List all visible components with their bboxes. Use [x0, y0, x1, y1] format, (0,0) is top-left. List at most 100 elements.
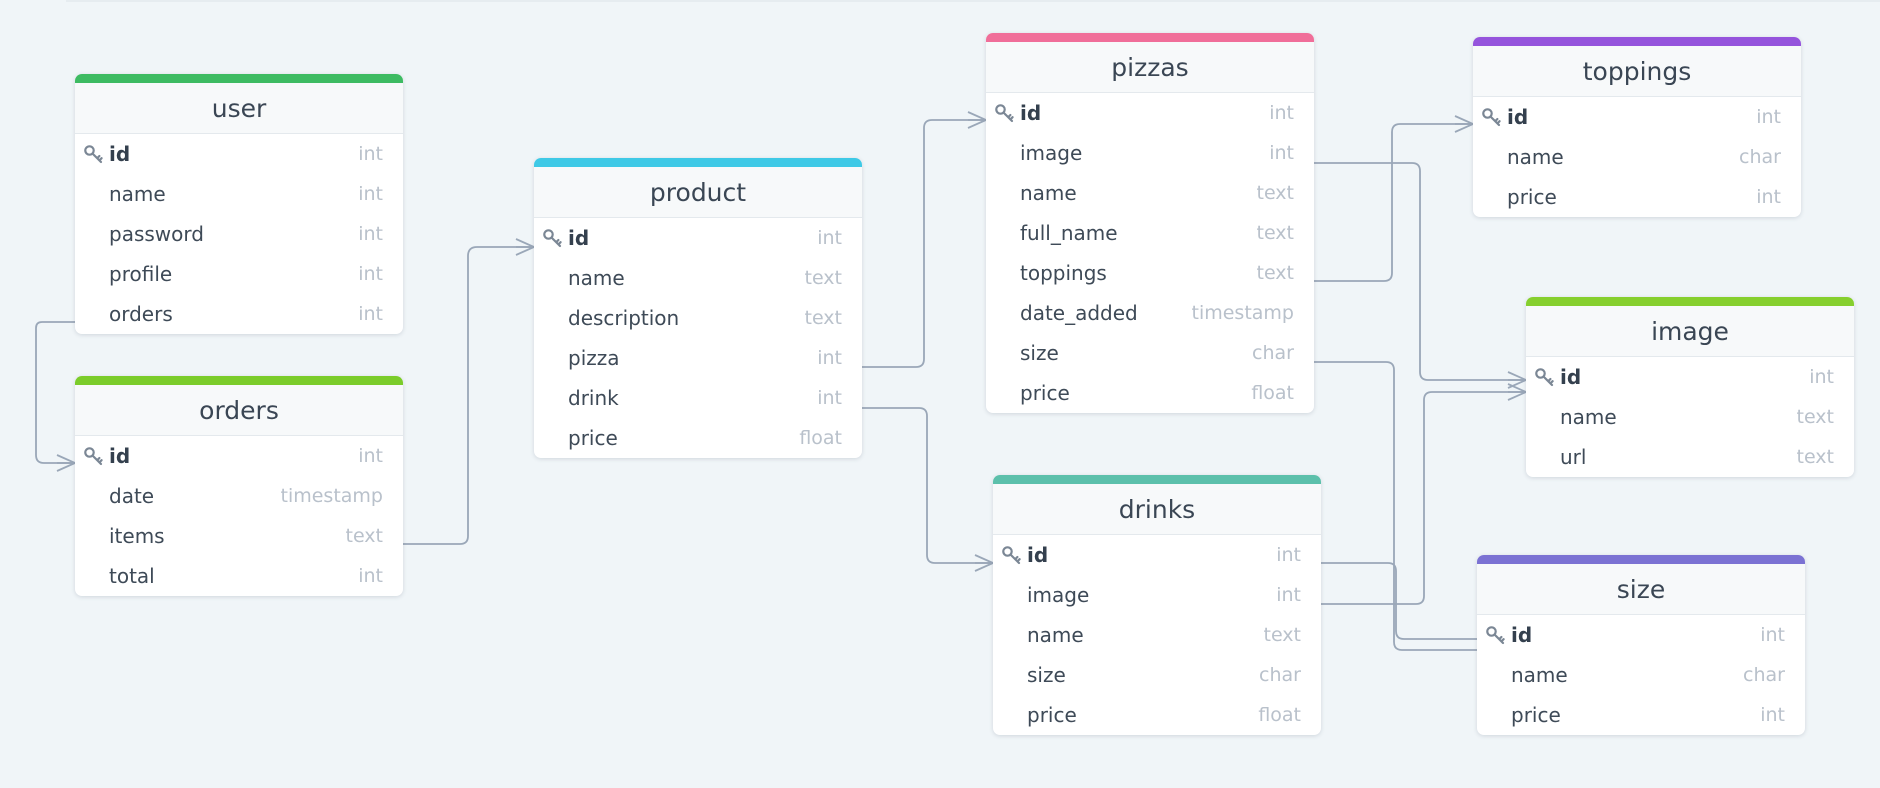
column-row-full_name[interactable]: full_name text — [986, 213, 1314, 253]
table-pizzas[interactable]: pizzas id int image int name text full_name tex… — [986, 33, 1314, 413]
column-row-id[interactable]: id int — [993, 535, 1321, 575]
crowfoot-drinks-id — [974, 554, 996, 572]
column-row-name[interactable]: name char — [1477, 655, 1805, 695]
column-name: id — [1511, 623, 1533, 647]
column-row-price[interactable]: price float — [993, 695, 1321, 735]
key-icon — [1486, 626, 1505, 645]
column-name: description — [568, 306, 680, 330]
column-row-name[interactable]: name text — [993, 615, 1321, 655]
column-name: pizza — [568, 346, 620, 370]
column-row-password[interactable]: password int — [75, 214, 403, 254]
table-header[interactable]: pizzas — [986, 33, 1314, 93]
table-user[interactable]: user id int name int password int profile int or… — [75, 74, 403, 334]
key-icon — [1002, 546, 1021, 565]
column-row-size[interactable]: size char — [993, 655, 1321, 695]
column-name: name — [1507, 145, 1564, 169]
table-title: orders — [199, 395, 279, 425]
column-type: char — [1743, 664, 1785, 686]
column-row-date_added[interactable]: date_added timestamp — [986, 293, 1314, 333]
column-row-url[interactable]: url text — [1526, 437, 1854, 477]
column-row-price[interactable]: price int — [1473, 177, 1801, 217]
column-name: date_added — [1020, 301, 1138, 325]
column-row-id[interactable]: id int — [75, 134, 403, 174]
column-type: int — [817, 387, 842, 409]
table-size[interactable]: size id int name char price int — [1477, 555, 1805, 735]
column-name: image — [1027, 583, 1090, 607]
column-row-id[interactable]: id int — [1477, 615, 1805, 655]
table-product[interactable]: product id int name text description text pizz… — [534, 158, 862, 458]
table-toppings[interactable]: toppings id int name char price int — [1473, 37, 1801, 217]
column-type: text — [1796, 406, 1835, 428]
column-name: name — [568, 266, 625, 290]
column-name: drink — [568, 386, 619, 410]
column-row-items[interactable]: items text — [75, 516, 403, 556]
column-row-name[interactable]: name text — [534, 258, 862, 298]
column-type: int — [817, 227, 842, 249]
table-title: size — [1616, 574, 1666, 604]
key-icon — [1482, 108, 1501, 127]
table-header[interactable]: user — [75, 74, 403, 134]
column-type: int — [1760, 624, 1785, 646]
column-row-id[interactable]: id int — [1473, 97, 1801, 137]
column-row-price[interactable]: price int — [1477, 695, 1805, 735]
column-name: price — [1511, 703, 1561, 727]
column-row-total[interactable]: total int — [75, 556, 403, 596]
column-row-name[interactable]: name char — [1473, 137, 1801, 177]
table-header[interactable]: product — [534, 158, 862, 218]
column-row-image[interactable]: image int — [993, 575, 1321, 615]
table-orders[interactable]: orders id int date timestamp items text total i… — [75, 376, 403, 596]
column-row-description[interactable]: description text — [534, 298, 862, 338]
table-title: drinks — [1118, 494, 1196, 524]
key-icon — [543, 229, 562, 248]
table-image[interactable]: image id int name text url text — [1526, 297, 1854, 477]
crowfoot-pizzas-id — [967, 111, 989, 129]
column-type: float — [799, 427, 842, 449]
rel-product-pizzas — [862, 119, 986, 368]
column-type: int — [358, 143, 383, 165]
table-header[interactable]: image — [1526, 297, 1854, 357]
column-row-id[interactable]: id int — [75, 436, 403, 476]
table-header[interactable]: toppings — [1473, 37, 1801, 97]
column-row-size[interactable]: size char — [986, 333, 1314, 373]
table-header[interactable]: orders — [75, 376, 403, 436]
column-type: int — [1760, 704, 1785, 726]
column-row-name[interactable]: name text — [986, 173, 1314, 213]
column-row-name[interactable]: name int — [75, 174, 403, 214]
column-row-drink[interactable]: drink int — [534, 378, 862, 418]
column-name: profile — [109, 262, 173, 286]
column-type: int — [358, 183, 383, 205]
column-name: name — [1020, 181, 1077, 205]
column-row-price[interactable]: price float — [534, 418, 862, 458]
column-row-toppings[interactable]: toppings text — [986, 253, 1314, 293]
key-icon — [1535, 368, 1554, 387]
column-row-id[interactable]: id int — [1526, 357, 1854, 397]
column-row-profile[interactable]: profile int — [75, 254, 403, 294]
column-row-orders[interactable]: orders int — [75, 294, 403, 334]
column-name: id — [109, 142, 131, 166]
crowfoot-image-id-a — [1507, 371, 1529, 389]
column-row-id[interactable]: id int — [534, 218, 862, 258]
column-type: char — [1252, 342, 1294, 364]
column-row-name[interactable]: name text — [1526, 397, 1854, 437]
column-type: int — [1269, 102, 1294, 124]
diagram-canvas[interactable]: user id int name int password int profile int or… — [0, 0, 1880, 788]
column-row-date[interactable]: date timestamp — [75, 476, 403, 516]
column-type: timestamp — [280, 485, 384, 507]
rel-pizzas-toppings — [1314, 123, 1473, 282]
column-row-pizza[interactable]: pizza int — [534, 338, 862, 378]
column-name: id — [1020, 101, 1042, 125]
table-header[interactable]: size — [1477, 555, 1805, 615]
column-row-id[interactable]: id int — [986, 93, 1314, 133]
column-row-price[interactable]: price float — [986, 373, 1314, 413]
column-name: full_name — [1020, 221, 1118, 245]
column-type: char — [1739, 146, 1781, 168]
column-name: size — [1027, 663, 1066, 687]
column-type: text — [1263, 624, 1302, 646]
column-row-image[interactable]: image int — [986, 133, 1314, 173]
column-type: char — [1259, 664, 1301, 686]
column-name: id — [568, 226, 590, 250]
table-drinks[interactable]: drinks id int image int name text size char pric… — [993, 475, 1321, 735]
crowfoot-toppings-id — [1454, 115, 1476, 133]
table-header[interactable]: drinks — [993, 475, 1321, 535]
column-type: int — [817, 347, 842, 369]
